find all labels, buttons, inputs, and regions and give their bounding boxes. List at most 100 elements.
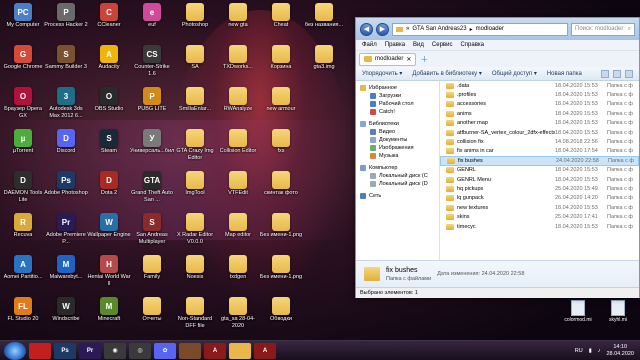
desktop-icon[interactable]: new armour <box>260 87 302 127</box>
desktop-icon[interactable]: P PUBG LITE <box>131 87 173 127</box>
desktop-icon[interactable]: RWAnalyze <box>217 87 259 127</box>
organize-button[interactable]: Упорядочить ▾ <box>362 70 402 77</box>
menu-view[interactable]: Вид <box>413 42 424 48</box>
file-row[interactable]: collision fix 14.08.2018 22:56 Папка с ф <box>440 137 639 146</box>
desktop-icon[interactable]: S San Andreas Multiplayer <box>131 213 173 253</box>
desktop-icon[interactable]: Без имени-1.png <box>260 213 302 253</box>
desktop-icon[interactable]: O Браузер Opera GX <box>2 87 44 127</box>
view-options-icon[interactable] <box>601 69 609 78</box>
file-row[interactable]: lq gunpack 26.04.2020 14:20 Папка с ф <box>440 194 639 203</box>
nav-item[interactable]: Избранное <box>356 84 439 92</box>
desktop-icon[interactable]: gta_sa 28-04-2020 <box>217 297 259 337</box>
desktop-icon[interactable]: Ps Adobe Photoshop <box>44 171 88 211</box>
nav-item[interactable]: Библиотеки <box>356 120 439 128</box>
desktop-icon[interactable]: W Wallpaper Engine <box>87 213 131 253</box>
file-row[interactable]: fix bushes 24.04.2020 22:58 Папка с ф <box>440 156 639 166</box>
taskbar-app-icon[interactable]: A <box>204 342 226 359</box>
desktop-icon[interactable]: 3 Autodesk 3ds Max 2012 6... <box>45 87 87 127</box>
file-row[interactable]: new textures 18.04.2020 15:53 Папка с ф <box>440 203 639 212</box>
desktop-icon[interactable]: S Steam <box>88 129 130 169</box>
file-row[interactable]: accessories 18.04.2020 15:53 Папка с ф <box>440 100 639 109</box>
menu-file[interactable]: Файл <box>362 42 377 48</box>
nav-item[interactable]: Документы <box>356 136 439 144</box>
file-row[interactable]: skins 25.04.2020 17:41 Папка с ф <box>440 212 639 221</box>
language-indicator[interactable]: RU <box>575 348 583 354</box>
forward-button[interactable]: ▶ <box>376 22 389 36</box>
desktop-icon[interactable]: X Radar Editor V0.0.0 <box>174 213 216 253</box>
desktop-icon[interactable]: A Audacity <box>88 45 130 85</box>
tab-modloader[interactable]: modloader ✕ <box>359 52 417 66</box>
file-row[interactable]: .data 18.04.2020 15:53 Папка с ф <box>440 81 639 90</box>
nav-item[interactable]: Рабочий стол <box>356 100 439 108</box>
desktop-icon[interactable]: S Sammy Builder 3 <box>45 45 87 85</box>
desktop-file-colormod[interactable]: colormod.mi <box>560 300 596 323</box>
taskbar-app-icon[interactable]: ✿ <box>154 342 176 359</box>
help-icon[interactable] <box>625 69 633 78</box>
desktop-icon[interactable]: VTFEdit <box>217 171 259 211</box>
desktop-icon[interactable]: Map editor <box>217 213 259 253</box>
desktop-icon[interactable]: M Malwarebyt... <box>45 255 87 295</box>
file-row[interactable]: .profiles 18.04.2020 15:53 Папка с ф <box>440 90 639 99</box>
nav-item[interactable]: Видео <box>356 128 439 136</box>
desktop-icon[interactable]: Корзина <box>260 45 302 85</box>
desktop-icon[interactable]: FL FL Studio 20 <box>2 297 44 337</box>
desktop-icon[interactable]: D Dota 2 <box>88 171 130 211</box>
volume-icon[interactable]: ♪ <box>598 348 601 354</box>
desktop-icon[interactable]: D Discord <box>45 129 87 169</box>
new-tab-icon[interactable]: ＋ <box>420 54 428 65</box>
desktop-icon[interactable]: Обводки <box>260 297 302 337</box>
nav-item[interactable]: Компьютер <box>356 164 439 172</box>
desktop-icon[interactable]: Pr Adobe Premiere P... <box>45 213 87 253</box>
back-button[interactable]: ◀ <box>360 22 373 36</box>
clock[interactable]: 14:10 28.04.2020 <box>606 344 634 358</box>
file-row[interactable]: GENRL Menu 18.04.2020 15:53 Папка с ф <box>440 175 639 184</box>
desktop-icon[interactable]: Non-Standard DFF file <box>174 297 216 337</box>
new-folder-button[interactable]: Новая папка <box>547 71 582 77</box>
menu-edit[interactable]: Правка <box>385 42 405 48</box>
desktop-icon[interactable]: txdgen <box>217 255 259 295</box>
desktop-icon[interactable]: CS Counter-Strike 1.6 <box>131 45 173 85</box>
file-row[interactable]: another map 18.04.2020 15:53 Папка с ф <box>440 119 639 128</box>
network-icon[interactable]: ▮ <box>589 348 592 354</box>
desktop-icon[interactable]: УУниверсаль...билдер <box>130 129 174 169</box>
desktop-icon[interactable]: без названия... <box>303 3 345 43</box>
taskbar-app-icon[interactable]: ◎ <box>129 342 151 359</box>
desktop-icon[interactable]: G Google Chrome <box>2 45 44 85</box>
desktop-icon[interactable]: ImgTool <box>174 171 216 211</box>
desktop-icon[interactable]: A Aomei Partitio... <box>2 255 44 295</box>
desktop-icon[interactable]: W Windscribe <box>45 297 87 337</box>
nav-item[interactable]: Загрузки <box>356 92 439 100</box>
taskbar-app-icon[interactable] <box>229 342 251 359</box>
nav-item[interactable]: Локальный диск (C <box>356 172 439 180</box>
desktop-icon[interactable]: µ µTorrent <box>2 129 44 169</box>
file-row[interactable]: anims 18.04.2020 15:53 Папка с ф <box>440 109 639 118</box>
desktop-icon[interactable]: Family <box>131 255 173 295</box>
taskbar-app-icon[interactable] <box>29 342 51 359</box>
desktop-icon[interactable]: SmillaEnlar... <box>174 87 216 127</box>
desktop-icon[interactable]: Без имени-1.png <box>260 255 302 295</box>
menu-tools[interactable]: Сервис <box>432 42 453 48</box>
nav-item[interactable]: Сеть <box>356 192 439 200</box>
desktop-icon[interactable]: TXDworks... <box>217 45 259 85</box>
desktop-icon[interactable]: Noesis <box>174 255 216 295</box>
search-input[interactable]: Поиск: modloader ⌕ <box>571 22 635 36</box>
file-row[interactable]: fix anims in car 18.04.2020 17:54 Папка с … <box>440 147 639 156</box>
desktop-file-skyhl[interactable]: skyhl.mi <box>600 300 636 323</box>
address-bar[interactable]: » GTA San Andreas23 ▸ modloader <box>392 22 568 36</box>
taskbar-app-icon[interactable]: A <box>254 342 276 359</box>
taskbar-app-icon[interactable] <box>179 342 201 359</box>
desktop-icon[interactable]: fxs <box>260 129 302 169</box>
taskbar-app-icon[interactable]: Pr <box>79 342 101 359</box>
desktop-icon[interactable]: Photoshop <box>174 3 216 43</box>
desktop-icon[interactable]: Cheat <box>260 3 302 43</box>
start-button[interactable] <box>4 341 26 360</box>
menu-help[interactable]: Справка <box>460 42 484 48</box>
preview-pane-icon[interactable] <box>613 69 621 78</box>
desktop-icon[interactable]: SA <box>174 45 216 85</box>
desktop-icon[interactable]: P Process Hacker 2 <box>44 3 88 43</box>
desktop-icon[interactable]: Collision Editor <box>217 129 259 169</box>
nav-item[interactable]: Catch! <box>356 108 439 116</box>
taskbar-app-icon[interactable]: Ps <box>54 342 76 359</box>
desktop-icon[interactable]: gta3.img <box>303 45 345 85</box>
desktop-icon[interactable]: M Minecraft <box>88 297 130 337</box>
